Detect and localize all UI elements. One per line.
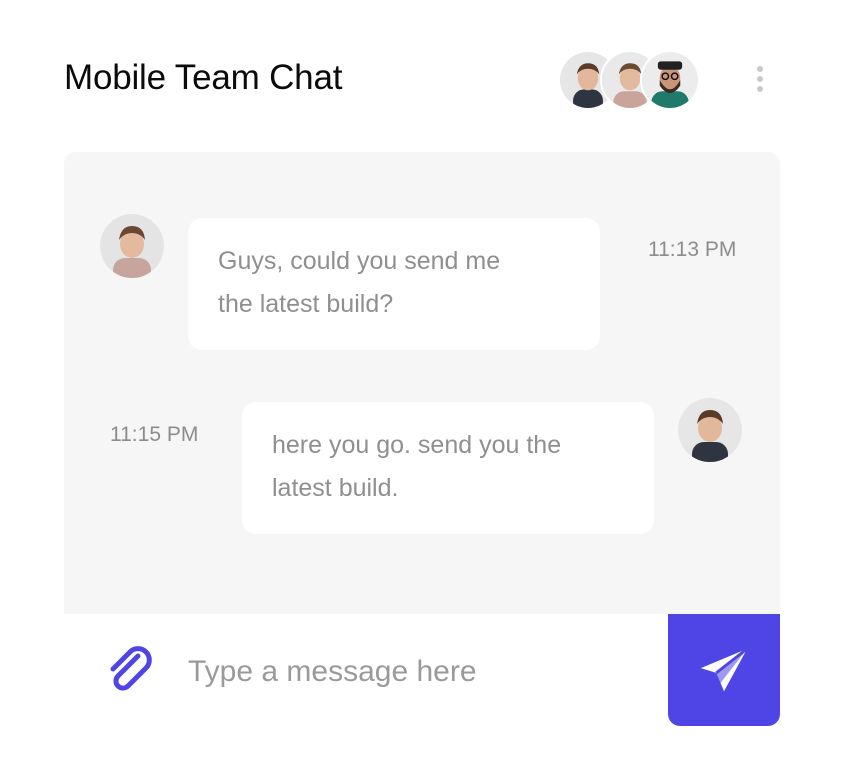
message-timestamp: 11:13 PM [648, 238, 737, 261]
sender-avatar-left[interactable] [100, 214, 164, 278]
menu-dot [757, 76, 763, 82]
send-button[interactable] [668, 614, 780, 726]
more-options-icon[interactable] [754, 66, 766, 96]
chat-title: Mobile Team Chat [64, 58, 343, 97]
sender-avatar-right[interactable] [678, 398, 742, 462]
message-bubble-left: Guys, could you send me the latest build… [188, 218, 600, 350]
message-timestamp: 11:15 PM [110, 423, 199, 446]
message-text-line: the latest build? [218, 290, 394, 318]
message-bubble-right: here you go. send you the latest build. [242, 402, 654, 534]
message-text-line: here you go. send you the [272, 431, 562, 459]
participant-avatar-3[interactable] [640, 50, 700, 110]
paperclip-icon[interactable] [104, 644, 158, 698]
message-input[interactable] [186, 648, 650, 696]
menu-dot [757, 86, 763, 92]
message-text-line: Guys, could you send me [218, 247, 501, 275]
message-text-line: latest build. [272, 474, 399, 502]
participants-avatars[interactable] [558, 50, 700, 112]
menu-dot [757, 66, 763, 72]
paper-plane-icon [700, 647, 749, 692]
